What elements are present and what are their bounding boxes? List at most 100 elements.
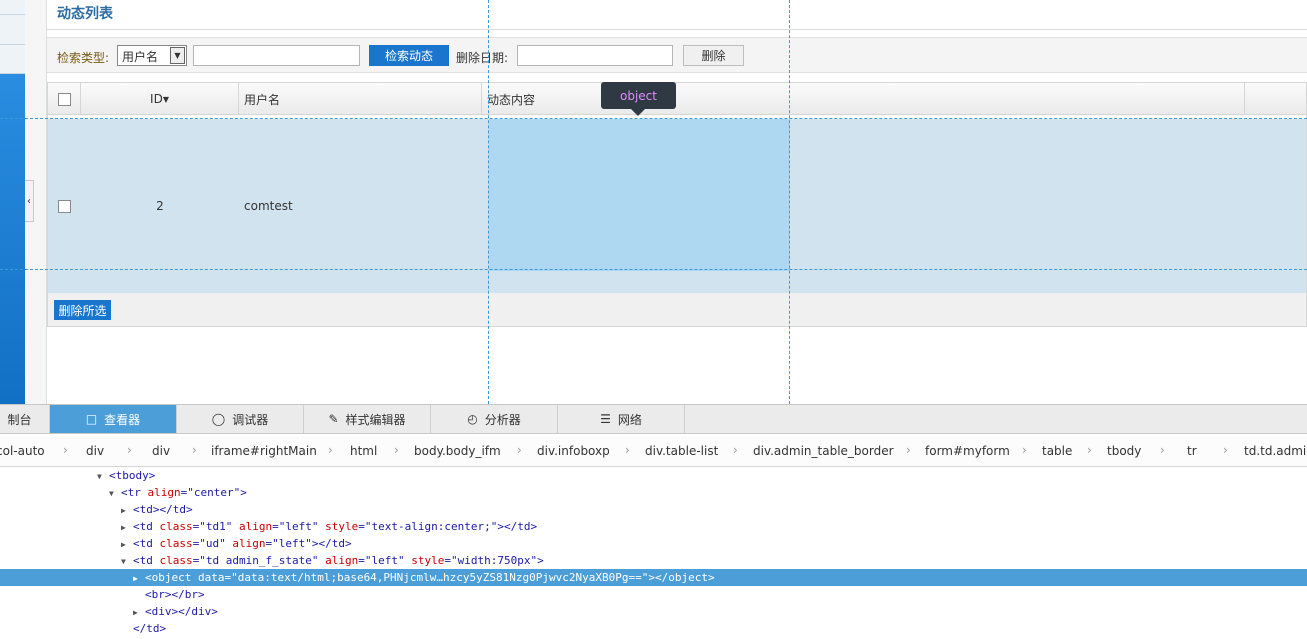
markup-node-selected[interactable]: ▶ <object data="data:text/html;base64,PHN… [0, 569, 1307, 586]
tooltip-label: object [620, 88, 657, 103]
markup-token: left [278, 537, 306, 550]
chevron-down-icon: ▼ [170, 47, 185, 64]
tab-style-editor[interactable]: ✎ 样式编辑器 [304, 405, 431, 433]
tab-console[interactable]: 制台 [0, 405, 50, 433]
breadcrumb-item[interactable]: body.body_ifm [414, 444, 501, 458]
row-checkbox[interactable] [58, 199, 71, 213]
markup-node[interactable]: ▶ <td></td> [0, 501, 1307, 518]
tab-network-label: 网络 [617, 412, 642, 427]
markup-token: ud [205, 537, 220, 550]
select-all-checkbox[interactable] [57, 92, 71, 106]
markup-token: =" [224, 571, 238, 584]
tab-inspector[interactable]: □ 查看器 [50, 405, 177, 433]
delete-date-label: 删除日期: [456, 51, 509, 65]
row-username: comtest [244, 199, 293, 213]
breadcrumb-item[interactable]: iframe#rightMain [211, 444, 317, 458]
header-select-all [48, 83, 81, 115]
tab-inspector-label: 查看器 [104, 412, 141, 427]
expand-right-icon[interactable]: ▶ [121, 519, 133, 536]
header-content: 动态内容 [482, 83, 1245, 115]
markup-token: =" [180, 486, 194, 499]
inspector-icon: □ [85, 412, 98, 426]
markup-token: "> [530, 554, 544, 567]
delete-date-input[interactable] [517, 45, 673, 66]
markup-token: style [411, 554, 445, 567]
breadcrumb-item[interactable]: html [350, 444, 377, 458]
markup-token: text-align:center; [371, 520, 491, 533]
search-type-label: 检索类型: [57, 51, 110, 65]
expand-down-icon[interactable]: ▼ [109, 485, 121, 502]
breadcrumb-item[interactable]: div [86, 444, 104, 458]
breadcrumb-separator-icon: › [1160, 443, 1165, 457]
tab-network[interactable]: ☰ 网络 [558, 405, 685, 433]
breadcrumb-item[interactable]: div.admin_table_border [753, 444, 894, 458]
markup-token: =" [358, 554, 372, 567]
delete-button[interactable]: 删除 [683, 45, 744, 66]
expand-down-icon[interactable]: ▼ [97, 468, 109, 485]
left-nav-strip [0, 0, 25, 404]
breadcrumb-item[interactable]: form#myform [925, 444, 1010, 458]
markup-token: " [397, 554, 412, 567]
sort-desc-icon: ▼ [162, 94, 169, 104]
markup-node[interactable]: ▼ <td class="td admin_f_state" align="lef… [0, 552, 1307, 569]
breadcrumb-item[interactable]: tr [1187, 444, 1197, 458]
markup-token: center [193, 486, 234, 499]
expand-right-icon[interactable]: ▶ [133, 570, 145, 587]
markup-token: <td></td> [133, 503, 193, 516]
tab-debugger[interactable]: ◯ 调试器 [177, 405, 304, 433]
devtools-tabs: 制台 □ 查看器 ◯ 调试器 ✎ 样式编辑器 ◴ 分析器 ☰ 网络 [0, 405, 1307, 434]
markup-node[interactable]: ▶ <td class="td1" align="left" style="tex… [0, 518, 1307, 535]
breadcrumb-separator-icon: › [394, 443, 399, 457]
search-keyword-input[interactable] [193, 45, 360, 66]
search-type-select[interactable]: 用户名 ▼ [117, 45, 187, 66]
guide-line-top [0, 118, 1307, 119]
expand-right-icon[interactable]: ▶ [121, 502, 133, 519]
breadcrumb-item[interactable]: div.infoboxp [537, 444, 610, 458]
breadcrumb-separator-icon: › [906, 443, 911, 457]
tab-profiler-label: 分析器 [484, 412, 521, 427]
breadcrumb-item[interactable]: col-auto [0, 444, 45, 458]
search-button[interactable]: 检索动态 [369, 45, 449, 66]
header-id-label: ID [150, 92, 163, 106]
markup-token: class [159, 520, 193, 533]
markup-token: td admin_f_state [205, 554, 312, 567]
markup-node[interactable]: </td> [0, 620, 1307, 637]
markup-token: class [159, 537, 193, 550]
expand-down-icon[interactable]: ▼ [121, 553, 133, 570]
expand-right-icon[interactable]: ▶ [121, 536, 133, 553]
expand-right-icon[interactable]: ▶ [133, 604, 145, 621]
tooltip-arrow [631, 109, 645, 116]
markup-token: =" [265, 537, 279, 550]
markup-token: " [311, 554, 326, 567]
markup-token: width:750px [457, 554, 531, 567]
element-tooltip: object [601, 82, 676, 116]
markup-node[interactable]: ▶ <td class="ud" align="left"></td> [0, 535, 1307, 552]
markup-token: "> [233, 486, 247, 499]
delete-selected-button[interactable]: 删除所选 [54, 300, 111, 320]
breadcrumb-item[interactable]: div.table-list [645, 444, 718, 458]
table-footer: 删除所选 [48, 293, 1306, 326]
chevron-left-icon: ‹ [27, 195, 31, 207]
debugger-icon: ◯ [211, 412, 226, 426]
page-title: 动态列表 [57, 6, 113, 22]
markup-token: <td [133, 554, 160, 567]
markup-token: =" [358, 520, 372, 533]
markup-token: style [325, 520, 359, 533]
row-id: 2 [156, 199, 164, 213]
collapse-sidebar-button[interactable]: ‹ [25, 180, 34, 222]
breadcrumb-item[interactable]: table [1042, 444, 1072, 458]
header-id[interactable]: ID ▼ [81, 83, 239, 115]
breadcrumb-item[interactable]: td.td.admin [1244, 444, 1307, 458]
markup-node[interactable]: ▼ <tbody> [0, 467, 1307, 484]
markup-node[interactable]: ▼ <tr align="center"> [0, 484, 1307, 501]
row-select-cell [58, 119, 71, 293]
filter-bar: 检索类型: 用户名 ▼ 检索动态 删除日期: 删除 [47, 37, 1307, 73]
markup-token: <br></br> [145, 588, 205, 601]
markup-node[interactable]: ▶ <div></div> [0, 603, 1307, 620]
breadcrumb-item[interactable]: div [152, 444, 170, 458]
markup-token: <tbody> [109, 469, 156, 482]
breadcrumb-item[interactable]: tbody [1107, 444, 1141, 458]
markup-token: "></td> [305, 537, 352, 550]
markup-node[interactable]: <br></br> [0, 586, 1307, 603]
tab-profiler[interactable]: ◴ 分析器 [431, 405, 558, 433]
